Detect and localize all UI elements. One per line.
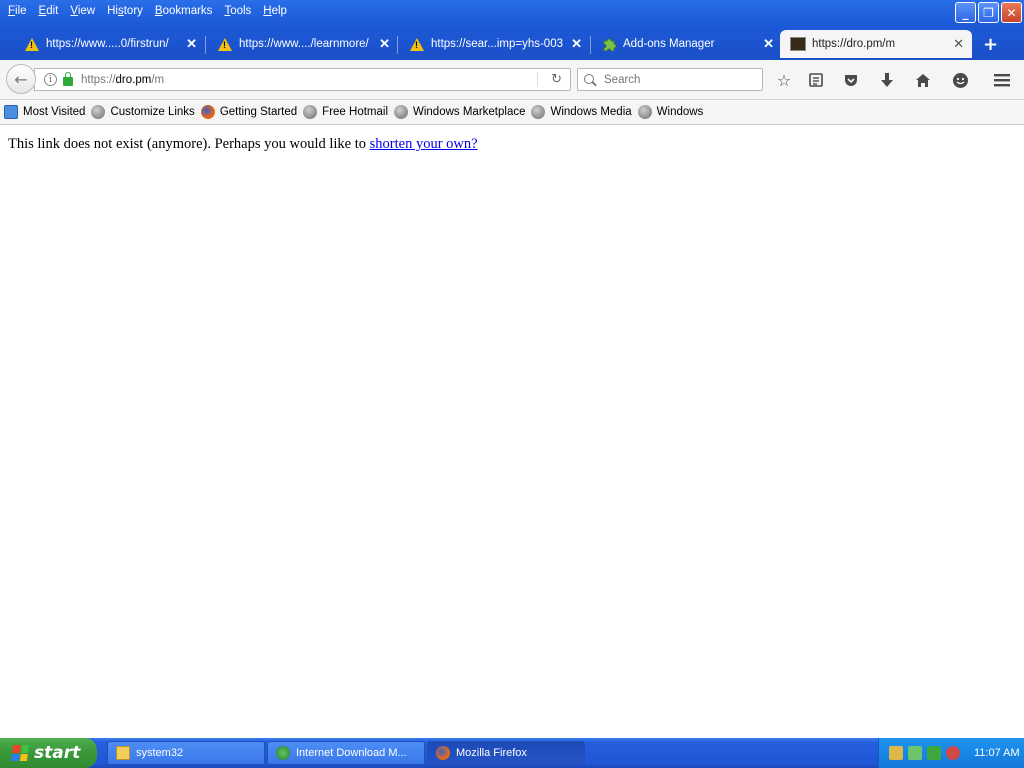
menu-history[interactable]: History	[101, 0, 149, 22]
warning-icon	[409, 36, 425, 52]
window-title-area: File Edit View History Bookmarks Tools H…	[0, 0, 1024, 60]
tab-title: https://sear...imp=yhs-003	[431, 38, 563, 50]
shorten-link[interactable]: shorten your own?	[370, 136, 478, 152]
minimize-button[interactable]: _	[955, 2, 976, 23]
pocket-icon[interactable]	[841, 70, 861, 90]
tab-strip: https://www.....0/firstrun/ ✕ https://ww…	[0, 30, 1024, 58]
tab-title: Add-ons Manager	[623, 38, 715, 50]
clock[interactable]: 11:07 AM	[974, 747, 1020, 759]
system-tray: 11:07 AM	[878, 738, 1024, 768]
search-bar[interactable]	[577, 68, 763, 91]
page-content: This link does not exist (anymore). Perh…	[0, 126, 1024, 738]
puzzle-icon	[601, 36, 617, 52]
task-label: system32	[136, 747, 184, 759]
task-label: Internet Download M...	[296, 747, 407, 759]
bookmark-customize-links[interactable]: Customize Links	[91, 105, 195, 119]
firefox-icon	[436, 746, 450, 760]
firefox-icon	[200, 105, 215, 119]
back-arrow-icon: ←	[14, 69, 28, 89]
back-button[interactable]: ←	[6, 64, 36, 94]
tray-network-icon[interactable]	[889, 746, 903, 760]
url-path: /m	[151, 73, 165, 86]
start-label: start	[34, 743, 81, 763]
windows-logo-icon	[10, 745, 30, 761]
url-bar[interactable]: i https://dro.pm/m ↻	[34, 68, 571, 91]
tab-search[interactable]: https://sear...imp=yhs-003 ✕	[385, 30, 590, 58]
bookmark-star-icon[interactable]: ☆	[774, 70, 794, 90]
menu-tools[interactable]: Tools	[218, 0, 257, 22]
url-text[interactable]: https://dro.pm/m	[81, 74, 164, 86]
menu-edit[interactable]: Edit	[33, 0, 65, 22]
tab-close-icon[interactable]: ✕	[763, 36, 774, 52]
tab-firstrun[interactable]: https://www.....0/firstrun/ ✕	[0, 30, 205, 58]
message-text: This link does not exist (anymore). Perh…	[8, 136, 370, 152]
hello-smiley-icon[interactable]	[950, 70, 970, 90]
tab-title: https://www..../learnmore/	[239, 38, 369, 50]
globe-icon	[303, 105, 318, 119]
task-internet-download-manager[interactable]: Internet Download M...	[267, 741, 425, 765]
reload-icon[interactable]: ↻	[551, 72, 562, 87]
tray-shield-icon[interactable]	[927, 746, 941, 760]
menu-file[interactable]: File	[2, 0, 33, 22]
tray-security-icon[interactable]	[946, 746, 960, 760]
url-divider	[537, 72, 538, 87]
globe-icon	[91, 105, 106, 119]
restore-button[interactable]: ❐	[978, 2, 999, 23]
bookmark-label: Getting Started	[219, 106, 298, 118]
tab-dro-pm[interactable]: https://dro.pm/m ✕	[780, 30, 972, 58]
task-label: Mozilla Firefox	[456, 747, 527, 759]
bookmark-label: Windows	[656, 106, 704, 118]
bookmark-windows-marketplace[interactable]: Windows Marketplace	[394, 105, 525, 119]
menu-view[interactable]: View	[64, 0, 101, 22]
reading-list-icon[interactable]	[806, 70, 826, 90]
tab-title: https://www.....0/firstrun/	[46, 38, 169, 50]
task-mozilla-firefox[interactable]: Mozilla Firefox	[427, 741, 585, 765]
bookmark-windows-media[interactable]: Windows Media	[531, 105, 632, 119]
bookmarks-toolbar: Most Visited Customize Links Getting Sta…	[0, 100, 1024, 125]
new-tab-button[interactable]: +	[983, 34, 998, 55]
tab-addons-manager[interactable]: Add-ons Manager ✕	[577, 30, 782, 58]
bookmark-windows[interactable]: Windows	[637, 105, 704, 119]
url-scheme: https://	[81, 73, 116, 86]
search-icon	[584, 73, 596, 86]
lock-icon[interactable]	[63, 72, 73, 86]
bookmark-free-hotmail[interactable]: Free Hotmail	[303, 105, 388, 119]
menu-bar: File Edit View History Bookmarks Tools H…	[0, 0, 293, 22]
page-message: This link does not exist (anymore). Perh…	[8, 136, 478, 153]
bookmark-label: Free Hotmail	[322, 106, 388, 118]
site-icon	[790, 36, 806, 52]
url-host: dro.pm	[115, 73, 152, 86]
bookmark-label: Windows Marketplace	[413, 106, 526, 118]
bookmark-label: Most Visited	[23, 106, 86, 118]
idm-icon	[276, 746, 290, 760]
bookmark-label: Windows Media	[550, 106, 632, 118]
info-icon[interactable]: i	[44, 73, 57, 86]
menu-bookmarks[interactable]: Bookmarks	[149, 0, 219, 22]
bookmark-getting-started[interactable]: Getting Started	[200, 105, 298, 119]
globe-icon	[637, 105, 652, 119]
bookmark-most-visited[interactable]: Most Visited	[4, 105, 85, 119]
taskbar: start system32 Internet Download M... Mo…	[0, 738, 1024, 768]
start-button[interactable]: start	[0, 738, 97, 768]
bookmark-label: Customize Links	[110, 106, 195, 118]
home-icon[interactable]	[913, 70, 933, 90]
globe-icon	[394, 105, 408, 119]
warning-icon	[217, 36, 233, 52]
tab-learnmore[interactable]: https://www..../learnmore/ ✕	[193, 30, 398, 58]
tab-close-icon[interactable]: ✕	[953, 36, 964, 52]
search-input[interactable]	[604, 73, 754, 86]
navigation-toolbar: i https://dro.pm/m ↻ ← ☆	[0, 60, 1024, 100]
downloads-icon[interactable]	[877, 70, 897, 90]
tab-title: https://dro.pm/m	[812, 38, 896, 50]
close-window-button[interactable]: ✕	[1001, 2, 1022, 23]
tray-idm-icon[interactable]	[908, 746, 922, 760]
menu-help[interactable]: Help	[257, 0, 293, 22]
hamburger-menu-icon[interactable]	[992, 70, 1012, 90]
task-system32[interactable]: system32	[107, 741, 265, 765]
warning-icon	[24, 36, 40, 52]
globe-icon	[531, 105, 546, 119]
folder-icon	[116, 746, 130, 760]
most-visited-icon	[4, 105, 18, 119]
